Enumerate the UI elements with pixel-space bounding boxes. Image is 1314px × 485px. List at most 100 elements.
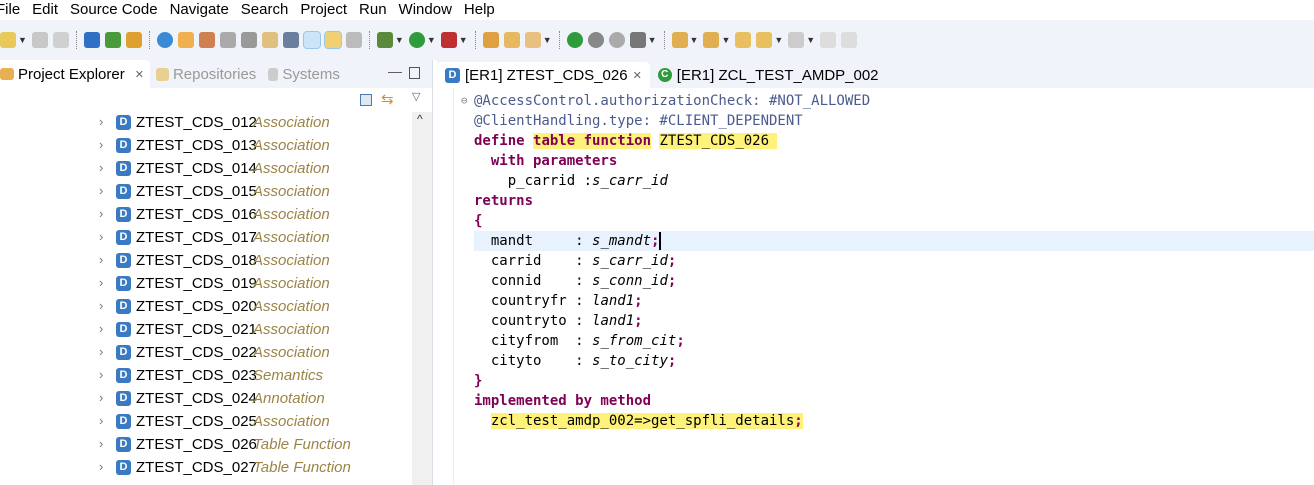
- menu-project[interactable]: Project: [294, 0, 353, 20]
- menu-run[interactable]: Run: [353, 0, 393, 20]
- chevron-down-icon[interactable]: ▼: [648, 35, 657, 45]
- tree-item[interactable]: › D ZTEST_CDS_027 Table Function: [0, 457, 412, 480]
- minimize-icon[interactable]: —: [388, 63, 402, 79]
- tree-item[interactable]: › D ZTEST_CDS_012 Association: [0, 112, 412, 135]
- back-icon[interactable]: [756, 32, 773, 48]
- chevron-right-icon[interactable]: ›: [99, 137, 103, 152]
- activate-all-icon[interactable]: [198, 32, 215, 48]
- collapse-all-icon[interactable]: [360, 94, 372, 106]
- run-app-icon[interactable]: [408, 32, 425, 48]
- highlight-icon[interactable]: [323, 31, 342, 49]
- chevron-right-icon[interactable]: ›: [99, 413, 103, 428]
- tab-repositories[interactable]: Repositories: [150, 60, 262, 88]
- tree-item[interactable]: › D ZTEST_CDS_017 Association: [0, 227, 412, 250]
- open-folder-icon[interactable]: [503, 32, 520, 48]
- chevron-down-icon[interactable]: ▼: [395, 35, 404, 45]
- menu-window[interactable]: Window: [393, 0, 458, 20]
- menu-source-code[interactable]: Source Code: [64, 0, 164, 20]
- chevron-right-icon[interactable]: ›: [99, 275, 103, 290]
- tree-item[interactable]: › D ZTEST_CDS_020 Association: [0, 296, 412, 319]
- tree-item[interactable]: › D ZTEST_CDS_023 Semantics: [0, 365, 412, 388]
- chevron-right-icon[interactable]: ›: [99, 298, 103, 313]
- chevron-down-icon[interactable]: ▼: [690, 35, 699, 45]
- maximize-icon[interactable]: [409, 67, 420, 79]
- menu-search[interactable]: Search: [235, 0, 295, 20]
- chevron-down-icon[interactable]: ▼: [806, 35, 815, 45]
- scroll-up-icon[interactable]: ^: [417, 112, 423, 126]
- chevron-right-icon[interactable]: ›: [99, 459, 103, 474]
- terminal-icon[interactable]: [629, 32, 646, 48]
- redo-icon[interactable]: [841, 32, 858, 48]
- hierarchy-icon[interactable]: [282, 32, 299, 48]
- last-edit-icon[interactable]: [735, 32, 752, 48]
- view-menu-icon[interactable]: ▽: [412, 90, 420, 103]
- tab-project-explorer[interactable]: Project Explorer ✕: [0, 60, 150, 88]
- tab-ztest-cds-026[interactable]: D [ER1] ZTEST_CDS_026 ✕: [437, 62, 650, 88]
- tab-zcl-test-amdp-002[interactable]: C [ER1] ZCL_TEST_AMDP_002: [650, 62, 887, 88]
- chevron-down-icon[interactable]: ▼: [774, 35, 783, 45]
- chevron-right-icon[interactable]: ›: [99, 344, 103, 359]
- menu-help[interactable]: Help: [458, 0, 501, 20]
- outline-icon[interactable]: [345, 32, 362, 48]
- save-all-icon[interactable]: [52, 32, 69, 48]
- chevron-right-icon[interactable]: ›: [99, 436, 103, 451]
- stop-icon[interactable]: [587, 32, 604, 48]
- close-icon[interactable]: ✕: [633, 69, 642, 82]
- menu-file[interactable]: File: [0, 0, 26, 20]
- open-icon[interactable]: [125, 32, 142, 48]
- chevron-down-icon[interactable]: ▼: [427, 35, 436, 45]
- debug-icon[interactable]: [376, 32, 393, 48]
- tree-item[interactable]: › D ZTEST_CDS_022 Association: [0, 342, 412, 365]
- undo-icon[interactable]: [820, 32, 837, 48]
- run-icon[interactable]: [104, 32, 121, 48]
- new-icon[interactable]: [0, 32, 16, 48]
- chevron-right-icon[interactable]: ›: [99, 321, 103, 336]
- resume-icon[interactable]: [566, 32, 583, 48]
- prev-annotation-icon[interactable]: [703, 32, 720, 48]
- chevron-right-icon[interactable]: ›: [99, 229, 103, 244]
- chevron-right-icon[interactable]: ›: [99, 390, 103, 405]
- tree-item[interactable]: › D ZTEST_CDS_014 Association: [0, 158, 412, 181]
- tree-item[interactable]: › D ZTEST_CDS_018 Association: [0, 250, 412, 273]
- close-icon[interactable]: ✕: [135, 68, 144, 81]
- menu-edit[interactable]: Edit: [26, 0, 64, 20]
- external-tools-icon[interactable]: [440, 32, 457, 48]
- lock-icon[interactable]: [240, 32, 257, 48]
- tree-item[interactable]: › D ZTEST_CDS_025 Association: [0, 411, 412, 434]
- chevron-down-icon[interactable]: ▼: [543, 35, 552, 45]
- link-with-editor-icon[interactable]: ⇆: [381, 90, 394, 108]
- check-icon[interactable]: [156, 32, 173, 48]
- where-used-icon[interactable]: [219, 32, 236, 48]
- tree-item[interactable]: › D ZTEST_CDS_021 Association: [0, 319, 412, 342]
- tree-item[interactable]: › D ZTEST_CDS_016 Association: [0, 204, 412, 227]
- pencil-icon[interactable]: [524, 32, 541, 48]
- activate-icon[interactable]: [177, 32, 194, 48]
- link-editor-icon[interactable]: [302, 31, 321, 49]
- tab-systems[interactable]: Systems: [262, 60, 346, 88]
- tree-item[interactable]: › D ZTEST_CDS_024 Annotation: [0, 388, 412, 411]
- fold-icon[interactable]: ⊖: [461, 91, 468, 111]
- code-editor[interactable]: ⊖ @AccessControl.authorizationCheck: #NOT…: [461, 91, 1314, 431]
- scrollbar[interactable]: ^: [412, 112, 432, 485]
- tree-item[interactable]: › D ZTEST_CDS_015 Association: [0, 181, 412, 204]
- chevron-right-icon[interactable]: ›: [99, 183, 103, 198]
- forward-icon[interactable]: [788, 32, 805, 48]
- menu-navigate[interactable]: Navigate: [164, 0, 235, 20]
- chevron-right-icon[interactable]: ›: [99, 114, 103, 129]
- new-package-icon[interactable]: [482, 32, 499, 48]
- tree-item[interactable]: › D ZTEST_CDS_026 Table Function: [0, 434, 412, 457]
- tree-item[interactable]: › D ZTEST_CDS_013 Association: [0, 135, 412, 158]
- transport-icon[interactable]: [261, 32, 278, 48]
- chevron-right-icon[interactable]: ›: [99, 252, 103, 267]
- chevron-down-icon[interactable]: ▼: [459, 35, 468, 45]
- tree-item[interactable]: › D ZTEST_CDS_019 Association: [0, 273, 412, 296]
- chevron-right-icon[interactable]: ›: [99, 160, 103, 175]
- skip-icon[interactable]: [608, 32, 625, 48]
- save-icon[interactable]: [31, 32, 48, 48]
- open-object-icon[interactable]: [83, 32, 100, 48]
- chevron-down-icon[interactable]: ▼: [18, 35, 27, 45]
- next-annotation-icon[interactable]: [671, 32, 688, 48]
- chevron-right-icon[interactable]: ›: [99, 367, 103, 382]
- chevron-down-icon[interactable]: ▼: [721, 35, 730, 45]
- chevron-right-icon[interactable]: ›: [99, 206, 103, 221]
